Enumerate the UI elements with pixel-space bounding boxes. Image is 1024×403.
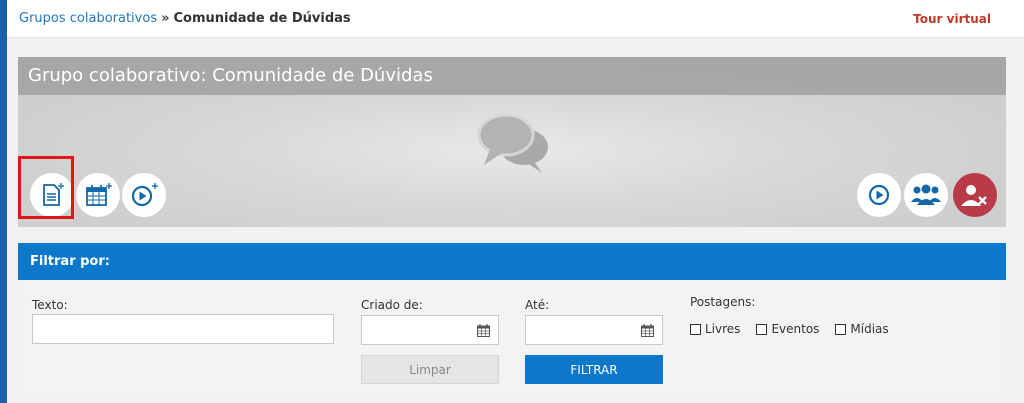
left-edge-stripe (0, 0, 7, 403)
calendar-icon (477, 324, 490, 337)
group-banner: Grupo colaborativo: Comunidade de Dúvida… (18, 57, 1006, 227)
new-media-icon (131, 183, 158, 207)
group-title: Grupo colaborativo: Comunidade de Dúvida… (18, 57, 1006, 95)
highlight-box (18, 156, 74, 219)
texto-input[interactable] (32, 314, 334, 344)
new-media-button[interactable] (122, 173, 166, 217)
ate-label: Até: (525, 298, 550, 312)
breadcrumb: Grupos colaborativos » Comunidade de Dúvid… (19, 11, 351, 26)
breadcrumb-link-grupos[interactable]: Grupos colaborativos (19, 11, 157, 26)
checkbox-box[interactable] (756, 323, 768, 335)
ate-input[interactable] (525, 315, 663, 345)
leave-group-icon (961, 185, 987, 206)
checkbox-label: Eventos (771, 322, 820, 336)
members-button[interactable] (904, 173, 948, 217)
members-icon (911, 184, 941, 205)
texto-label: Texto: (32, 298, 68, 312)
postagens-label: Postagens: (690, 295, 756, 309)
checkbox-box[interactable] (690, 323, 701, 335)
leave-group-button[interactable] (953, 173, 997, 217)
checkbox-midias[interactable]: Mídias (835, 322, 889, 336)
media-play-icon (868, 184, 890, 206)
tour-virtual-link[interactable]: Tour virtual (913, 12, 991, 26)
checkbox-eventos[interactable]: Eventos (756, 322, 819, 336)
limpar-button[interactable]: Limpar (361, 355, 499, 384)
checkbox-box[interactable] (835, 323, 847, 335)
new-event-icon (86, 183, 112, 206)
breadcrumb-separator: » (161, 11, 170, 26)
new-event-button[interactable] (76, 173, 120, 217)
media-play-button[interactable] (857, 173, 901, 217)
criado-de-label: Criado de: (361, 298, 423, 312)
filter-header: Filtrar por: (18, 243, 1006, 280)
top-bar: Grupos colaborativos » Comunidade de Dúvid… (7, 0, 1024, 38)
calendar-icon (641, 324, 654, 337)
breadcrumb-current: Comunidade de Dúvidas (173, 11, 351, 26)
criado-de-input[interactable] (361, 315, 499, 345)
checkbox-label: Livres (705, 322, 741, 336)
checkbox-label: Mídias (850, 322, 889, 336)
filtrar-button[interactable]: FILTRAR (525, 355, 663, 384)
filter-panel: Texto: Criado de: Até: Postagens: Livres… (18, 280, 1006, 398)
postagens-checkboxes: Livres Eventos Mídias (690, 322, 889, 336)
checkbox-livres[interactable]: Livres (690, 322, 740, 336)
chat-bubbles-icon (477, 113, 548, 173)
